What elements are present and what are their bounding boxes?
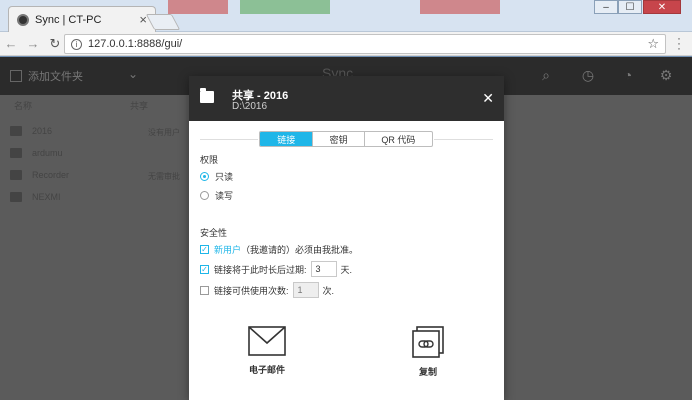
folder-row[interactable]: NEXMI <box>10 187 61 207</box>
notification-icon[interactable]: ◔ <box>620 67 636 83</box>
folder-icon <box>200 88 214 103</box>
back-arrow-icon[interactable]: ← <box>0 36 22 51</box>
folder-icon <box>10 192 22 202</box>
window-titlebar: Sync | CT-PC × – ☐ ✕ <box>0 0 692 32</box>
maximize-icon[interactable]: ☐ <box>618 0 642 14</box>
folder-row[interactable]: Recorder <box>10 165 69 185</box>
folder-name: ardumu <box>32 148 63 158</box>
divider <box>200 139 258 140</box>
folder-icon <box>10 126 22 136</box>
address-bar[interactable]: i 127.0.0.1:8888/gui/ ☆ <box>64 34 666 54</box>
security-heading: 安全性 <box>200 228 228 238</box>
background-window-strip <box>420 0 500 14</box>
copy-link-icon <box>412 326 444 358</box>
radio-unselected-icon[interactable] <box>200 191 209 200</box>
clock-icon[interactable]: ◷ <box>580 67 596 83</box>
tab-key[interactable]: 密钥 <box>313 132 365 146</box>
browser-toolbar: ← → ↻ i 127.0.0.1:8888/gui/ ☆ · · · <box>0 32 692 56</box>
browser-menu-icon[interactable]: · · · <box>674 32 684 54</box>
folder-row[interactable]: ardumu <box>10 143 63 163</box>
add-folder-label: 添加文件夹 <box>28 71 83 83</box>
chevron-down-icon[interactable]: ⌄ <box>128 67 138 81</box>
copy-label: 复制 <box>418 367 437 377</box>
approve-checkbox-row[interactable]: ✓ 新用户 （我邀请的）必须由我批准。 <box>200 243 358 256</box>
tab-link[interactable]: 链接 <box>260 132 314 146</box>
add-folder-icon <box>10 70 22 82</box>
permissions-heading: 权限 <box>200 155 219 165</box>
column-header-name: 名称 <box>14 101 33 111</box>
window-close-icon[interactable]: ✕ <box>643 0 681 14</box>
background-window-strip <box>168 0 228 14</box>
expire-unit: 天. <box>340 264 353 275</box>
minimize-icon[interactable]: – <box>594 0 618 14</box>
radio-read-only[interactable]: 只读 <box>200 170 233 183</box>
divider <box>434 139 493 140</box>
share-method-tabs: 链接 密钥 QR 代码 <box>259 131 433 147</box>
tab-title: Sync | CT-PC <box>35 13 102 26</box>
uses-unit: 次. <box>322 285 335 296</box>
folder-name: NEXMI <box>32 192 61 202</box>
email-button[interactable]: 电子邮件 <box>237 326 297 376</box>
folder-name: 2016 <box>32 126 53 136</box>
close-icon[interactable]: ✕ <box>482 90 494 107</box>
envelope-icon <box>248 326 286 356</box>
uses-count-input[interactable]: 1 <box>292 282 319 298</box>
search-icon[interactable]: ⌕ <box>538 67 554 83</box>
reload-icon[interactable]: ↻ <box>44 36 66 52</box>
checkbox-unchecked-icon[interactable] <box>200 285 209 295</box>
add-folder-button[interactable]: 添加文件夹 <box>10 65 116 87</box>
bookmark-star-icon[interactable]: ☆ <box>647 36 659 52</box>
folder-path: D:\2016 <box>232 101 268 112</box>
tab-qr-code[interactable]: QR 代码 <box>365 132 432 146</box>
radio-label: 只读 <box>215 172 234 182</box>
folder-icon <box>10 170 22 180</box>
radio-label: 读写 <box>215 191 234 201</box>
checkbox-checked-icon[interactable]: ✓ <box>200 264 209 274</box>
radio-selected-icon[interactable] <box>200 172 209 181</box>
expire-days-input[interactable]: 3 <box>310 261 337 277</box>
expire-label: 链接将于此时长后过期: <box>214 264 307 275</box>
forward-arrow-icon[interactable]: → <box>22 36 44 51</box>
peers-text: 无需审批 <box>148 172 180 181</box>
sync-favicon-icon <box>17 13 29 26</box>
folder-icon <box>10 148 22 158</box>
browser-tab[interactable]: Sync | CT-PC × <box>8 6 156 32</box>
radio-read-write[interactable]: 读写 <box>200 189 233 202</box>
uses-label: 链接可供使用次数: <box>214 285 289 296</box>
background-window-strip <box>240 0 330 14</box>
approve-text: （我邀请的）必须由我批准。 <box>241 245 359 255</box>
share-dialog: 共享 - 2016 D:\2016 ✕ 链接 密钥 QR 代码 权限 只读 读写… <box>189 76 504 400</box>
new-user-highlight: 新用户 <box>214 245 242 255</box>
email-label: 电子邮件 <box>248 365 285 375</box>
expire-checkbox-row[interactable]: ✓ 链接将于此时长后过期: 3 天. <box>200 261 352 277</box>
url-text: 127.0.0.1:8888/gui/ <box>88 38 183 50</box>
peers-text: 没有用户 <box>148 128 180 137</box>
folder-row[interactable]: 2016 <box>10 121 52 141</box>
folder-name: Recorder <box>32 170 70 180</box>
checkbox-checked-icon[interactable]: ✓ <box>200 245 209 254</box>
gear-icon[interactable]: ⚙ <box>658 67 674 83</box>
uses-checkbox-row[interactable]: 链接可供使用次数: 1 次. <box>200 282 334 298</box>
info-icon[interactable]: i <box>71 38 82 50</box>
column-header-peers: 共享 <box>130 101 149 111</box>
dialog-header: 共享 - 2016 D:\2016 ✕ <box>189 76 504 121</box>
copy-button[interactable]: 复制 <box>398 326 458 378</box>
